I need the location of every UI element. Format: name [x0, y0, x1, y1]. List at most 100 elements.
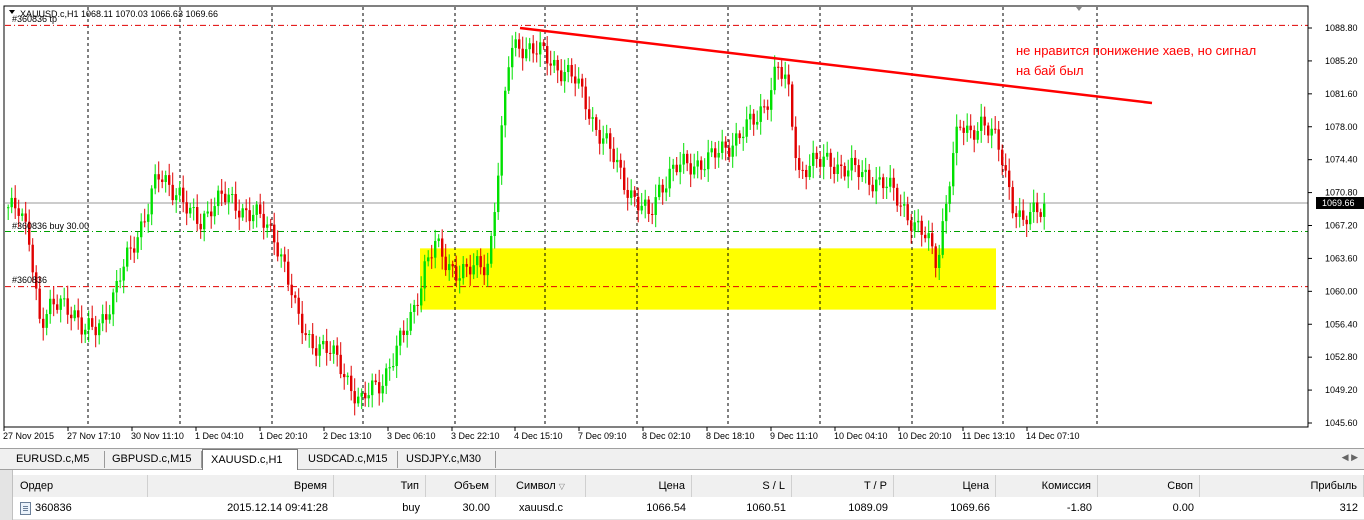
col-type[interactable]: Тип — [334, 475, 426, 497]
candle-body — [745, 119, 748, 137]
candle-body — [731, 145, 734, 157]
candle-body — [829, 152, 832, 167]
col-volume[interactable]: Объем — [426, 475, 496, 497]
candle-body — [616, 159, 619, 163]
candle-body — [7, 207, 10, 209]
candle-body — [164, 175, 167, 182]
candle-body — [605, 133, 608, 139]
candle-body — [381, 385, 384, 394]
candle-body — [364, 392, 367, 399]
price-tick-label: 1067.20 — [1325, 221, 1358, 231]
candle-body — [126, 247, 129, 267]
candle-body — [581, 78, 584, 87]
candle-body — [238, 210, 241, 218]
time-tick-label: 27 Nov 17:10 — [67, 431, 121, 441]
time-tick-label: 2 Dec 13:10 — [323, 431, 372, 441]
price-tick-label: 1045.60 — [1325, 418, 1358, 428]
candle-body — [1011, 187, 1014, 214]
candle-body — [787, 74, 790, 85]
table-row[interactable]: 360836 2015.12.14 09:41:28 buy 30.00 xau… — [0, 497, 1364, 520]
candle-body — [815, 152, 818, 160]
col-symbol[interactable]: Символ ▽ — [496, 475, 586, 497]
price-tick-label: 1081.60 — [1325, 89, 1358, 99]
col-order[interactable]: Ордер — [14, 475, 148, 497]
time-tick-label: 7 Dec 09:10 — [578, 431, 627, 441]
candle-body — [129, 247, 132, 249]
col-current-price[interactable]: Цена — [894, 475, 996, 497]
candle-body — [665, 188, 668, 193]
candle-body — [896, 187, 899, 206]
tab-eurusd-m5[interactable]: EURUSD.c,M5 — [8, 451, 105, 468]
col-swap[interactable]: Своп — [1098, 475, 1200, 497]
tab-scroll-icon[interactable]: ◀ ▶ — [1342, 452, 1358, 463]
candle-body — [777, 66, 780, 68]
candle-body — [308, 334, 311, 336]
price-chart[interactable]: 1088.80 1085.20 1081.60 1078.00 1074.40 1070.… — [0, 0, 1364, 448]
col-tp[interactable]: T / P — [792, 475, 894, 497]
candle-body — [700, 160, 703, 170]
candle-body — [766, 106, 769, 110]
candle-body — [577, 78, 580, 84]
candle-body — [934, 246, 937, 269]
candle-body — [192, 207, 195, 209]
candle-body — [311, 334, 314, 349]
col-sl[interactable]: S / L — [692, 475, 792, 497]
candle-body — [497, 175, 500, 213]
support-zone — [420, 248, 996, 310]
col-profit[interactable]: Прибыль — [1200, 475, 1364, 497]
candle-body — [168, 175, 171, 185]
col-time[interactable]: Время — [148, 475, 334, 497]
candle-body — [514, 39, 517, 48]
candle-body — [493, 212, 496, 237]
time-tick-label: 11 Dec 13:10 — [962, 431, 1015, 441]
candle-body — [871, 184, 874, 192]
cell-symbol: xauusd.c — [518, 502, 564, 514]
time-tick-label: 27 Nov 2015 — [3, 431, 54, 441]
candle-body — [672, 164, 675, 169]
candle-body — [385, 368, 388, 386]
candle-body — [773, 66, 776, 91]
tab-usdjpy-m30[interactable]: USDJPY.c,M30 — [398, 451, 496, 468]
candle-body — [290, 284, 293, 296]
candle-body — [1025, 219, 1028, 225]
candle-body — [94, 326, 97, 336]
candle-body — [556, 59, 559, 71]
candle-body — [511, 47, 514, 68]
candle-body — [136, 237, 139, 253]
candle-body — [14, 197, 17, 209]
tab-xauusd-h1[interactable]: XAUUSD.c,H1 — [202, 449, 298, 470]
col-commission[interactable]: Комиссия — [996, 475, 1098, 497]
time-tick-label: 3 Dec 06:10 — [387, 431, 436, 441]
candle-body — [910, 220, 913, 231]
candle-body — [465, 264, 468, 267]
candle-body — [150, 188, 153, 215]
trade-table-header: Ордер Время Тип Объем Символ ▽ Цена S / … — [0, 475, 1364, 498]
cell-commission: -1.80 — [1066, 502, 1092, 514]
terminal-sidebar[interactable] — [0, 470, 13, 520]
candle-body — [759, 106, 762, 122]
candle-body — [724, 141, 727, 148]
candle-body — [668, 168, 671, 189]
candle-body — [469, 266, 472, 275]
candle-body — [504, 90, 507, 126]
tab-gbpusd-m15[interactable]: GBPUSD.c,M15 — [104, 451, 202, 468]
col-price[interactable]: Цена — [586, 475, 692, 497]
tab-usdcad-m15[interactable]: USDCAD.c,M15 — [300, 451, 398, 468]
candle-body — [21, 213, 24, 216]
candle-body — [122, 266, 125, 281]
cell-sl: 1060.51 — [746, 502, 786, 514]
candle-body — [287, 261, 290, 285]
candle-body — [10, 197, 13, 208]
time-tick-label: 4 Dec 15:10 — [514, 431, 563, 441]
time-tick-label: 8 Dec 02:10 — [642, 431, 691, 441]
candle-body — [105, 314, 108, 320]
candle-body — [801, 169, 804, 171]
candle-body — [38, 288, 41, 319]
candle-body — [185, 202, 188, 214]
candle-body — [259, 204, 262, 214]
candle-body — [45, 314, 48, 328]
chart-canvas[interactable]: 1088.80 1085.20 1081.60 1078.00 1074.40 1070.… — [0, 0, 1364, 448]
candle-body — [675, 164, 678, 173]
candle-body — [339, 354, 342, 375]
candle-body — [749, 113, 752, 120]
